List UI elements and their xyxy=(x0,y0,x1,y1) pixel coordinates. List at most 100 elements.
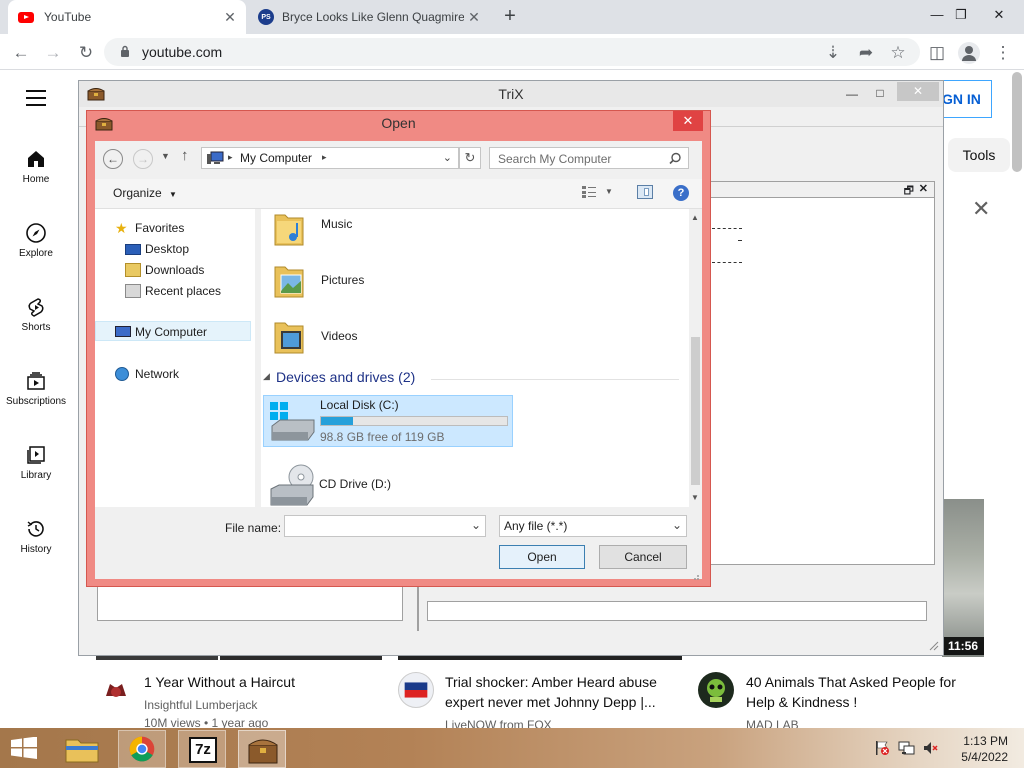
up-arrow-icon[interactable]: ↑ xyxy=(181,147,189,164)
resize-grip-icon[interactable] xyxy=(927,639,939,651)
nav-shorts[interactable]: Shorts xyxy=(0,296,72,333)
collapse-group-icon[interactable]: ◢ xyxy=(263,371,270,382)
channel-name[interactable]: Insightful Lumberjack xyxy=(144,698,257,712)
scroll-down-icon[interactable]: ▼ xyxy=(691,493,699,502)
forward-arrow-icon[interactable]: → xyxy=(133,149,153,169)
navigation-pane: ★ Favorites Desktop Downloads Recent pla… xyxy=(95,209,255,507)
file-explorer-icon[interactable] xyxy=(58,730,106,768)
view-dropdown-icon[interactable]: ▼ xyxy=(605,187,613,196)
open-button[interactable]: Open xyxy=(499,545,585,569)
desktop-icon xyxy=(125,244,141,255)
library-icon xyxy=(27,446,45,464)
file-list-scrollbar[interactable]: ▲ ▼ xyxy=(689,209,702,507)
close-button[interactable]: ✕ xyxy=(897,82,939,101)
folder-music[interactable]: Music xyxy=(273,209,473,251)
chevron-down-icon[interactable]: ⌄ xyxy=(471,518,481,532)
page-scrollbar[interactable] xyxy=(1012,72,1022,172)
drive-cd-d[interactable]: CD Drive (D:) xyxy=(263,463,513,509)
nav-library[interactable]: Library xyxy=(0,444,72,481)
recent-locations-icon[interactable]: ▼ xyxy=(161,151,170,161)
nav-home[interactable]: Home xyxy=(0,148,72,185)
chrome-icon[interactable] xyxy=(118,730,166,768)
video-title[interactable]: Trial shocker: Amber Heard abuse expert … xyxy=(445,672,675,712)
url-text[interactable]: youtube.com xyxy=(142,44,222,60)
search-input[interactable]: Search My Computer xyxy=(489,147,689,169)
organize-button[interactable]: Organize ▼ xyxy=(113,186,177,200)
tab-youtube[interactable]: YouTube ✕ xyxy=(8,0,246,34)
volume-muted-icon[interactable] xyxy=(922,740,938,756)
tools-chip[interactable]: Tools xyxy=(948,138,1010,172)
nav-history[interactable]: History xyxy=(0,518,72,555)
bookmark-star-icon[interactable]: ☆ xyxy=(887,42,909,64)
7zip-icon[interactable]: 7z xyxy=(178,730,226,768)
tree-favorites[interactable]: ★ Favorites xyxy=(115,221,185,235)
resize-grip-icon[interactable] xyxy=(691,569,700,580)
back-arrow-icon[interactable]: ← xyxy=(103,149,123,169)
cancel-button[interactable]: Cancel xyxy=(599,545,687,569)
tree-recent-places[interactable]: Recent places xyxy=(125,284,221,298)
tree-downloads[interactable]: Downloads xyxy=(125,263,204,277)
dialog-close-button[interactable]: ✕ xyxy=(673,111,703,131)
scroll-up-icon[interactable]: ▲ xyxy=(691,213,699,222)
tree-network[interactable]: Network xyxy=(115,367,179,381)
reload-icon[interactable]: ↻ xyxy=(75,42,97,64)
profile-icon[interactable] xyxy=(958,42,980,64)
trix-icon[interactable] xyxy=(238,730,286,768)
video-title[interactable]: 1 Year Without a Haircut xyxy=(144,672,384,692)
maximize-button[interactable]: □ xyxy=(867,83,893,103)
install-icon[interactable]: ⇣ xyxy=(822,42,844,64)
start-windows-icon[interactable] xyxy=(10,736,38,759)
nav-subscriptions[interactable]: Subscriptions xyxy=(0,370,72,407)
minimize-button[interactable]: — xyxy=(839,84,865,104)
tab-bryce[interactable]: PS Bryce Looks Like Glenn Quagmire ✕ xyxy=(250,0,490,34)
refresh-icon[interactable]: ↻ xyxy=(459,147,481,169)
group-header[interactable]: Devices and drives (2) xyxy=(276,369,415,385)
dialog-title: Open xyxy=(381,115,416,131)
close-icon[interactable]: ✕ xyxy=(919,182,928,195)
address-box[interactable]: ▸ My Computer ▸ ⌄ xyxy=(201,147,459,169)
channel-avatar[interactable] xyxy=(98,672,134,708)
address-dropdown-icon[interactable]: ⌄ xyxy=(443,151,452,164)
tree-label: My Computer xyxy=(135,325,208,339)
new-tab-button[interactable]: + xyxy=(500,6,520,26)
back-icon[interactable]: ← xyxy=(10,42,32,64)
action-center-flag-icon[interactable] xyxy=(874,740,890,756)
folder-videos[interactable]: Videos xyxy=(273,317,473,359)
computer-icon xyxy=(115,326,131,337)
file-name-input[interactable]: ⌄ xyxy=(284,515,486,537)
hamburger-icon[interactable] xyxy=(26,90,46,106)
tree-desktop[interactable]: Desktop xyxy=(125,242,189,256)
preview-pane-icon[interactable] xyxy=(637,185,653,199)
tab-close-button[interactable]: ✕ xyxy=(220,9,240,26)
tree-label: Favorites xyxy=(135,221,185,235)
side-panel-icon[interactable]: ◫ xyxy=(926,42,948,64)
menu-kebab-icon[interactable]: ⋮ xyxy=(992,42,1014,64)
channel-avatar[interactable] xyxy=(698,672,734,708)
close-window-button[interactable]: ✕ xyxy=(982,2,1016,28)
share-icon[interactable]: ➦ xyxy=(855,42,877,64)
help-icon[interactable]: ? xyxy=(673,185,689,201)
address-bar[interactable] xyxy=(104,38,920,66)
video-title[interactable]: 40 Animals That Asked People for Help & … xyxy=(746,672,986,712)
close-icon[interactable]: ✕ xyxy=(972,196,990,222)
sign-in-button[interactable]: GN IN xyxy=(940,80,992,118)
video-thumbnail[interactable] xyxy=(942,499,984,657)
trix-titlebar[interactable]: TriX xyxy=(79,81,943,107)
restore-button[interactable]: ❐ xyxy=(944,2,978,28)
splitter[interactable] xyxy=(417,587,419,631)
folder-pictures[interactable]: Pictures xyxy=(273,261,473,303)
nav-explore[interactable]: Explore xyxy=(0,222,72,259)
system-clock[interactable]: 1:13 PM 5/4/2022 xyxy=(938,733,1008,765)
file-type-select[interactable]: Any file (*.*) ⌄ xyxy=(499,515,687,537)
channel-avatar[interactable] xyxy=(398,672,434,708)
view-options-icon[interactable] xyxy=(581,185,597,199)
tree-my-computer[interactable]: My Computer xyxy=(115,325,208,339)
drive-local-disk-c[interactable]: Local Disk (C:) 98.8 GB free of 119 GB xyxy=(263,395,513,447)
tab-close-button[interactable]: ✕ xyxy=(464,9,484,26)
network-icon[interactable] xyxy=(898,740,916,756)
restore-icon[interactable]: 🗗 xyxy=(904,182,914,201)
scroll-thumb[interactable] xyxy=(691,337,700,485)
dashed-line xyxy=(712,262,742,263)
7zip-label: 7z xyxy=(189,737,217,763)
forward-icon[interactable]: → xyxy=(42,42,64,64)
